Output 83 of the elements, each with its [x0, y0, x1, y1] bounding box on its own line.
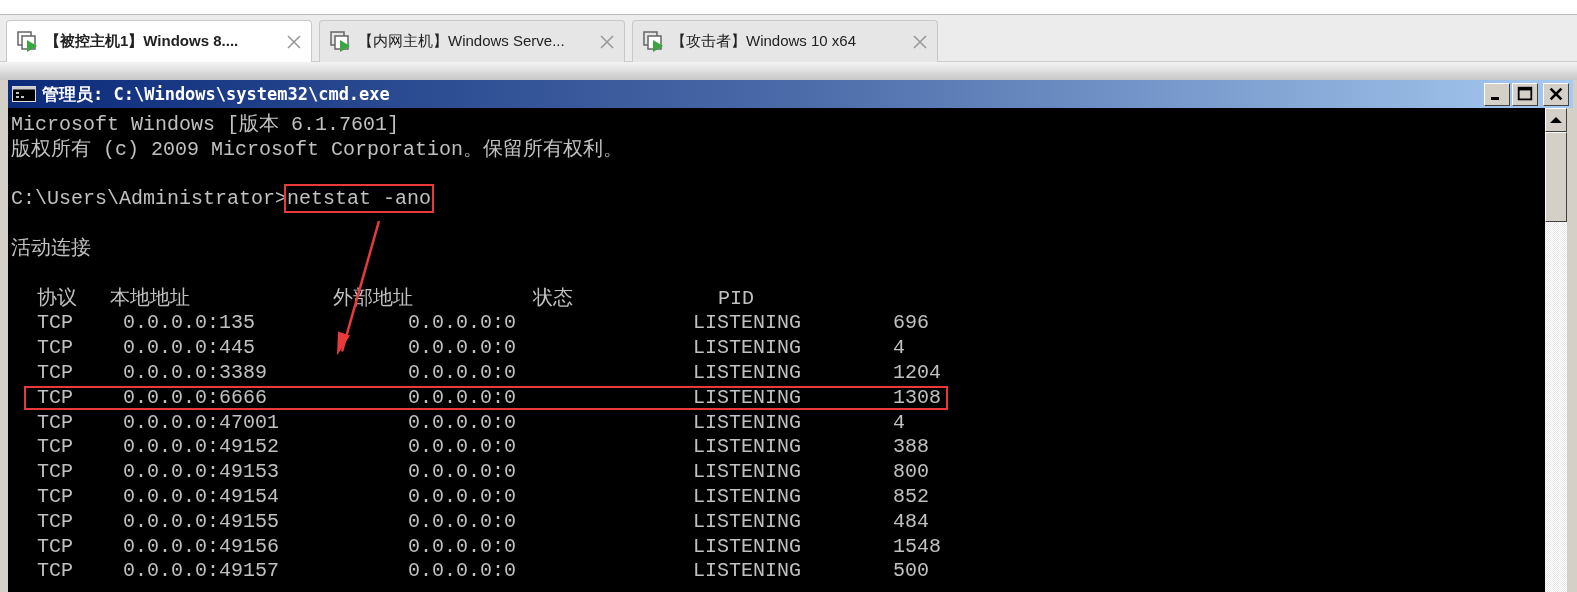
table-cell: 484	[893, 509, 929, 535]
table-cell: 4	[893, 336, 905, 361]
table-cell: TCP	[37, 509, 73, 535]
table-cell: LISTENING	[693, 460, 802, 485]
section-heading: 活动连接	[11, 237, 91, 260]
table-cell: TCP	[37, 484, 73, 510]
maximize-icon	[1516, 85, 1534, 103]
close-icon[interactable]	[287, 34, 301, 49]
table-cell: 0.0.0.0:49157	[123, 559, 280, 585]
up-arrow-icon	[1550, 116, 1562, 124]
table-cell: 0.0.0.0:49153	[123, 460, 280, 485]
table-cell: TCP	[37, 385, 73, 411]
table-cell: TCP	[37, 534, 73, 560]
table-cell: LISTENING	[693, 410, 802, 436]
table-cell: LISTENING	[693, 311, 802, 337]
table-cell: LISTENING	[693, 534, 802, 560]
table-cell: LISTENING	[693, 484, 802, 510]
table-cell: LISTENING	[693, 360, 802, 386]
table-cell: 1204	[893, 360, 941, 386]
minimize-icon	[1491, 96, 1499, 100]
vm-tab[interactable]: 【内网主机】Windows Serve...	[319, 20, 625, 62]
table-cell: 1548	[893, 534, 941, 560]
table-cell: 0.0.0.0:0	[408, 360, 517, 386]
vm-play-icon	[17, 30, 39, 53]
scroll-thumb[interactable]	[1545, 132, 1567, 222]
table-cell: 0.0.0.0:0	[408, 410, 517, 436]
table-cell: TCP	[37, 336, 73, 361]
table-cell: 1308	[893, 385, 941, 411]
table-cell: TCP	[37, 311, 73, 337]
table-cell: 0.0.0.0:0	[408, 460, 517, 485]
vm-tab[interactable]: 【被控主机1】Windows 8....	[6, 20, 312, 62]
table-cell: LISTENING	[693, 435, 802, 461]
table-cell: 0.0.0.0:47001	[123, 410, 280, 436]
table-cell: 696	[893, 311, 929, 337]
command-text: netstat -ano	[287, 187, 432, 211]
table-cell: 0.0.0.0:0	[408, 484, 517, 510]
table-cell: 0.0.0.0:49155	[123, 509, 280, 535]
vm-play-icon	[643, 30, 665, 53]
table-cell: 0.0.0.0:445	[123, 336, 256, 361]
table-cell: 0.0.0.0:49154	[123, 484, 280, 510]
table-cell: 388	[893, 435, 929, 461]
table-cell: 4	[893, 410, 905, 436]
column-header: 协议	[37, 286, 77, 312]
column-header: PID	[718, 286, 754, 312]
table-cell: 0.0.0.0:6666	[123, 385, 268, 411]
table-cell: 800	[893, 460, 929, 485]
table-cell: 0.0.0.0:3389	[123, 360, 268, 386]
minimize-button[interactable]	[1484, 82, 1510, 106]
maximize-button[interactable]	[1512, 82, 1538, 106]
vm-play-icon	[330, 30, 352, 53]
table-cell: 0.0.0.0:49156	[123, 534, 280, 560]
table-cell: TCP	[37, 360, 73, 386]
column-header: 状态	[533, 286, 573, 312]
command-prompt: C:\Users\Administrator>	[11, 187, 288, 211]
table-cell: 500	[893, 559, 929, 585]
table-cell: 0.0.0.0:0	[408, 385, 517, 411]
table-cell: LISTENING	[693, 385, 802, 411]
table-cell: TCP	[37, 435, 73, 461]
close-icon	[1547, 85, 1565, 103]
column-header: 本地地址	[110, 286, 190, 312]
table-cell: TCP	[37, 410, 73, 436]
console-text: Microsoft Windows [版本 6.1.7601]	[11, 113, 400, 136]
table-cell: 0.0.0.0:0	[408, 311, 517, 337]
vm-tab[interactable]: 【攻击者】Windows 10 x64	[632, 20, 938, 62]
close-button[interactable]	[1543, 82, 1569, 106]
table-cell: TCP	[37, 460, 73, 485]
table-cell: 0.0.0.0:0	[408, 435, 517, 461]
table-cell: LISTENING	[693, 336, 802, 361]
table-cell: TCP	[37, 559, 73, 585]
table-cell: 852	[893, 484, 929, 510]
scrollbar[interactable]	[1545, 108, 1567, 592]
table-cell: 0.0.0.0:0	[408, 336, 517, 361]
console-text: 版权所有 (c) 2009 Microsoft Corporation。保留所有权利。	[11, 137, 624, 161]
table-cell: 0.0.0.0:49152	[123, 435, 280, 461]
table-cell: 0.0.0.0:135	[123, 311, 256, 337]
table-cell: 0.0.0.0:0	[408, 509, 517, 535]
table-cell: 0.0.0.0:0	[408, 559, 517, 585]
table-cell: 0.0.0.0:0	[408, 534, 517, 560]
table-cell: LISTENING	[693, 559, 802, 585]
table-cell: LISTENING	[693, 509, 802, 535]
window-title: 管理员: C:\Windows\system32\cmd.exe	[42, 82, 391, 106]
scroll-up-button[interactable]	[1545, 108, 1567, 132]
console-icon	[12, 86, 36, 102]
